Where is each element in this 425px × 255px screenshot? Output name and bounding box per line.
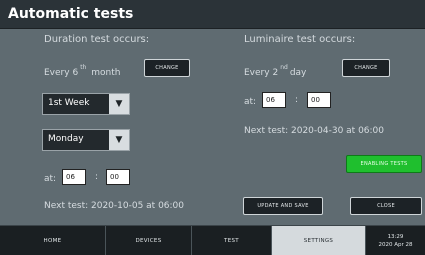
day-select-value: Monday [48,134,84,144]
tab-devices[interactable]: DEVICES [106,226,192,255]
day-select[interactable]: Monday ▼ [42,129,130,151]
clock-time: 13:29 [387,233,404,240]
tab-settings[interactable]: SETTINGS [272,226,366,255]
luminaire-change-button[interactable]: CHANGE [342,59,390,77]
luminaire-hour-input[interactable]: 06 [262,92,286,108]
tab-home[interactable]: HOME [0,226,106,255]
bottom-nav: HOME DEVICES TEST SETTINGS 13:29 2020 Ap… [0,225,425,255]
tab-test[interactable]: TEST [192,226,272,255]
luminaire-header: Luminaire test occurs: [244,34,356,45]
chevron-down-icon[interactable]: ▼ [109,130,129,150]
enabling-tests-button[interactable]: ENABLING TESTS [346,155,422,173]
week-select[interactable]: 1st Week ▼ [42,93,130,115]
luminaire-colon: : [295,95,299,105]
update-save-button[interactable]: UPDATE AND SAVE [243,197,323,215]
clock: 13:29 2020 Apr 28 [366,226,425,255]
window-title: Automatic tests [8,6,134,22]
duration-colon: : [95,172,99,182]
duration-at-label: at: [44,174,57,184]
week-select-value: 1st Week [48,98,90,108]
title-bar: Automatic tests [0,0,425,29]
duration-minute-input[interactable]: 00 [106,169,130,185]
luminaire-next-test: Next test: 2020-04-30 at 06:00 [244,126,385,136]
duration-header: Duration test occurs: [44,34,150,45]
clock-date: 2020 Apr 28 [378,241,413,248]
duration-next-test: Next test: 2020-10-05 at 06:00 [44,201,185,211]
close-button[interactable]: CLOSE [350,197,422,215]
duration-change-button[interactable]: CHANGE [144,59,190,77]
luminaire-every-text: Every 2ndday [244,64,307,78]
settings-panel: Duration test occurs: Every 6th month CH… [0,29,425,225]
duration-every-text: Every 6th month [44,64,121,78]
chevron-down-icon[interactable]: ▼ [109,94,129,114]
luminaire-minute-input[interactable]: 00 [307,92,331,108]
duration-hour-input[interactable]: 06 [62,169,86,185]
luminaire-at-label: at: [244,97,257,107]
